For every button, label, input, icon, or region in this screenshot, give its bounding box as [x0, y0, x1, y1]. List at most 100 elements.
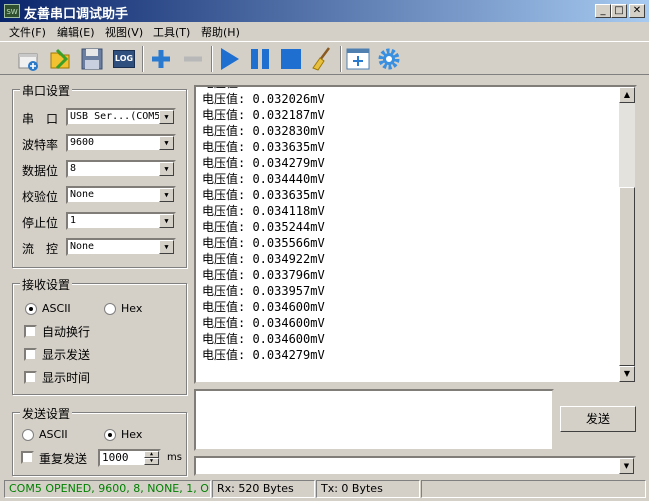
menu-tools[interactable]: 工具(T) — [153, 24, 190, 40]
stopbits-select[interactable]: 1 ▼ — [66, 212, 176, 230]
scroll-up-icon[interactable]: ▲ — [619, 87, 635, 103]
chevron-down-icon[interactable]: ▼ — [159, 110, 174, 124]
receive-line: 电压值: 0.033635mV — [202, 140, 325, 154]
databits-select[interactable]: 8 ▼ — [66, 160, 176, 178]
send-button[interactable]: 发送 — [560, 406, 636, 432]
minimize-button[interactable]: _ — [595, 4, 611, 18]
status-empty — [421, 480, 646, 498]
recv-hex-label: Hex — [121, 302, 143, 315]
spin-down-icon[interactable]: ▼ — [144, 458, 159, 465]
menu-bar: 文件(F) 编辑(E) 视图(V) 工具(T) 帮助(H) — [0, 22, 649, 40]
show-time-label: 显示时间 — [42, 371, 91, 385]
port-select[interactable]: USB Ser...(COM5 ▼ — [66, 108, 176, 126]
chevron-down-icon[interactable]: ▼ — [159, 188, 174, 202]
close-button[interactable]: ✕ — [629, 4, 645, 18]
receive-line: 电压值: 0.034600mV — [202, 332, 325, 346]
baud-select[interactable]: 9600 ▼ — [66, 134, 176, 152]
receive-line: 电压值: 0.032026mV — [202, 92, 325, 106]
interval-unit: ms — [167, 452, 182, 463]
receive-line: 电压值: 0.034600mV — [202, 300, 325, 314]
stopbits-label: 停止位 — [22, 216, 59, 230]
receive-textarea[interactable]: 电压值: 0.032 电压值: 0.032026mV电压值: 0.032187m… — [194, 85, 637, 384]
baud-value: 9600 — [70, 137, 95, 148]
scrollbar-thumb[interactable] — [619, 187, 635, 366]
remove-icon[interactable] — [180, 46, 206, 72]
log-icon[interactable]: LOG — [111, 46, 137, 72]
chevron-down-icon[interactable]: ▼ — [159, 162, 174, 176]
flow-select[interactable]: None ▼ — [66, 238, 176, 256]
title-bar[interactable]: SW 友善串口调试助手 _ □ ✕ — [0, 0, 649, 22]
recv-ascii-radio[interactable] — [25, 303, 37, 315]
save-icon[interactable] — [79, 46, 105, 72]
send-ascii-radio[interactable] — [22, 429, 34, 441]
add-icon[interactable] — [148, 46, 174, 72]
add-window-icon[interactable] — [345, 46, 371, 72]
stop-icon[interactable] — [278, 46, 304, 72]
autowrap-checkbox[interactable] — [24, 325, 37, 338]
repeat-send-label: 重复发送 — [39, 452, 88, 466]
chevron-down-icon[interactable]: ▼ — [159, 136, 174, 150]
chevron-down-icon[interactable]: ▼ — [159, 214, 174, 228]
receive-settings-group — [12, 283, 187, 395]
window-title: 友善串口调试助手 — [24, 7, 129, 22]
vertical-scrollbar[interactable]: ▲ ▼ — [619, 87, 635, 382]
autowrap-label: 自动换行 — [42, 325, 91, 339]
send-textarea[interactable] — [194, 389, 554, 451]
maximize-button[interactable]: □ — [611, 4, 627, 18]
log-label: LOG — [113, 50, 135, 68]
interval-value: 1000 — [102, 451, 129, 464]
port-label: 串 口 — [22, 112, 59, 126]
receive-settings-title: 接收设置 — [20, 276, 73, 293]
menu-file[interactable]: 文件(F) — [9, 24, 46, 40]
receive-line: 电压值: 0.034279mV — [202, 348, 325, 362]
menu-view[interactable]: 视图(V) — [105, 24, 143, 40]
show-send-label: 显示发送 — [42, 348, 91, 362]
receive-line: 电压值: 0.034118mV — [202, 204, 325, 218]
repeat-send-checkbox[interactable] — [21, 451, 34, 464]
tx-count: Tx: 0 Bytes — [316, 480, 420, 498]
serial-settings-title: 串口设置 — [20, 82, 73, 99]
baud-label: 波特率 — [22, 138, 59, 152]
send-history-select[interactable]: ▼ — [194, 456, 636, 476]
receive-line: 电压值: 0.034279mV — [202, 156, 325, 170]
spin-up-icon[interactable]: ▲ — [144, 451, 159, 458]
show-time-checkbox[interactable] — [24, 371, 37, 384]
rx-count: Rx: 520 Bytes — [212, 480, 315, 498]
interval-input[interactable]: 1000 ▲ ▼ — [98, 449, 161, 467]
port-status: COM5 OPENED, 9600, 8, NONE, 1, OFF — [4, 480, 211, 498]
send-settings-title: 发送设置 — [20, 405, 73, 422]
send-hex-label: Hex — [121, 428, 143, 441]
new-session-icon[interactable] — [15, 46, 41, 72]
settings-icon[interactable] — [376, 46, 402, 72]
toolbar-separator — [142, 46, 144, 72]
parity-label: 校验位 — [22, 190, 59, 204]
stopbits-value: 1 — [70, 215, 77, 226]
scroll-down-icon[interactable]: ▼ — [619, 366, 635, 382]
menu-edit[interactable]: 编辑(E) — [57, 24, 95, 40]
flow-value: None — [70, 241, 95, 252]
send-hex-radio[interactable] — [104, 429, 116, 441]
chevron-down-icon[interactable]: ▼ — [159, 240, 174, 254]
scrollbar-track[interactable] — [619, 103, 635, 187]
pause-icon[interactable] — [247, 46, 273, 72]
parity-value: None — [70, 189, 95, 200]
databits-label: 数据位 — [22, 164, 59, 178]
receive-line: 电压值: 0.033957mV — [202, 284, 325, 298]
toolbar-separator — [211, 46, 213, 72]
show-send-checkbox[interactable] — [24, 348, 37, 361]
send-ascii-label: ASCII — [39, 428, 68, 441]
start-icon[interactable] — [216, 46, 242, 72]
open-file-icon[interactable] — [47, 46, 73, 72]
clear-icon[interactable] — [309, 46, 335, 72]
receive-line: 电压值: 0.035244mV — [202, 220, 325, 234]
receive-line: 电压值: 0.034922mV — [202, 252, 325, 266]
toolbar: LOG — [0, 41, 649, 75]
parity-select[interactable]: None ▼ — [66, 186, 176, 204]
chevron-down-icon[interactable]: ▼ — [619, 458, 634, 474]
receive-line: 电压值: 0.034440mV — [202, 172, 325, 186]
toolbar-separator — [340, 46, 342, 72]
receive-line: 电压值: 0.033796mV — [202, 268, 325, 282]
receive-line: 电压值: 0.035566mV — [202, 236, 325, 250]
recv-hex-radio[interactable] — [104, 303, 116, 315]
menu-help[interactable]: 帮助(H) — [201, 24, 240, 40]
